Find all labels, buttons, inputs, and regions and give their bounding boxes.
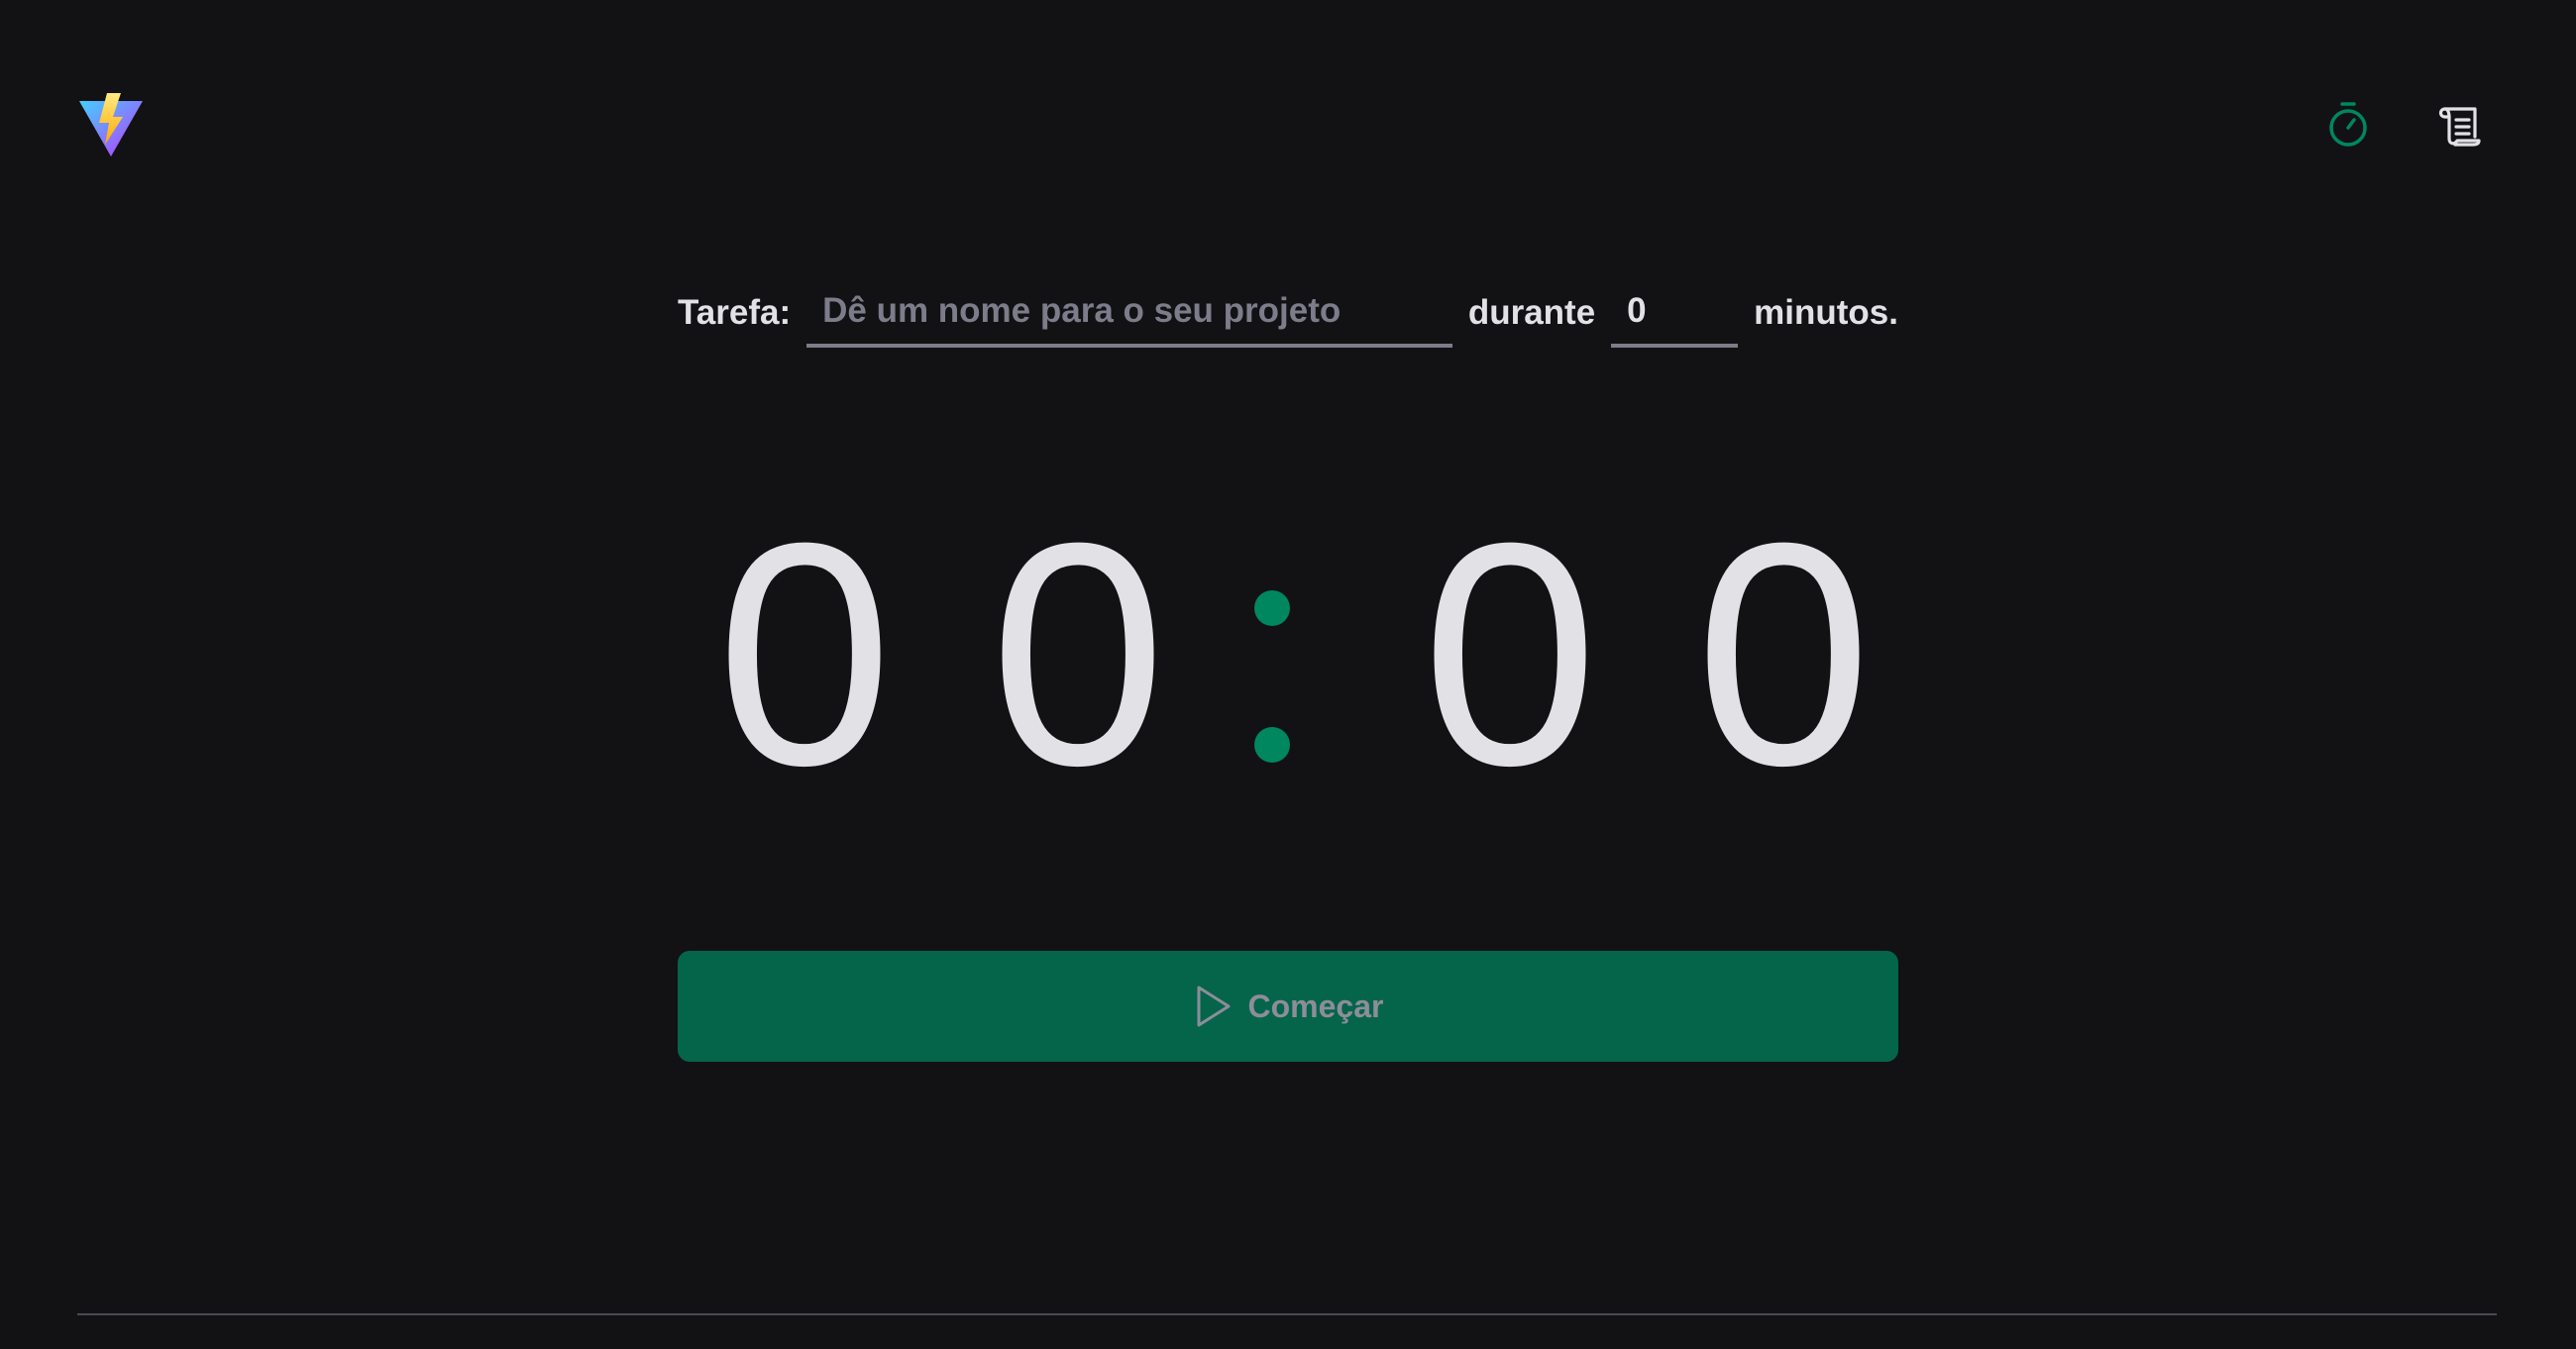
timer-icon [2326, 101, 2370, 149]
minutes-amount-input[interactable] [1611, 278, 1739, 348]
pomodoro-page: Tarefa: durante minutos. 0 0 0 0 Começar [0, 0, 2576, 1349]
countdown: 0 0 0 0 [678, 495, 1910, 812]
scroll-icon [2435, 103, 2483, 147]
minutos-label: minutos. [1754, 293, 1898, 332]
task-input[interactable] [806, 278, 1452, 348]
play-icon [1193, 985, 1233, 1028]
task-label: Tarefa: [678, 293, 792, 332]
separator-dot [1254, 590, 1290, 626]
nav-timer-link[interactable] [2320, 97, 2376, 153]
header-nav [2320, 97, 2487, 153]
seconds-ones-digit: 0 [1657, 495, 1910, 812]
minutes-tens-digit: 0 [678, 495, 931, 812]
start-button-label: Começar [1247, 987, 1384, 1024]
start-countdown-button[interactable]: Começar [678, 951, 1898, 1062]
seconds-tens-digit: 0 [1383, 495, 1637, 812]
task-form: Tarefa: durante minutos. [678, 277, 1898, 349]
minutes-ones-digit: 0 [951, 495, 1205, 812]
footer-divider [77, 1313, 2497, 1315]
vite-logo-icon [77, 93, 145, 160]
separator-dot [1254, 727, 1290, 763]
nav-history-link[interactable] [2431, 97, 2487, 153]
countdown-separator [1244, 590, 1300, 769]
durante-label: durante [1467, 293, 1596, 332]
